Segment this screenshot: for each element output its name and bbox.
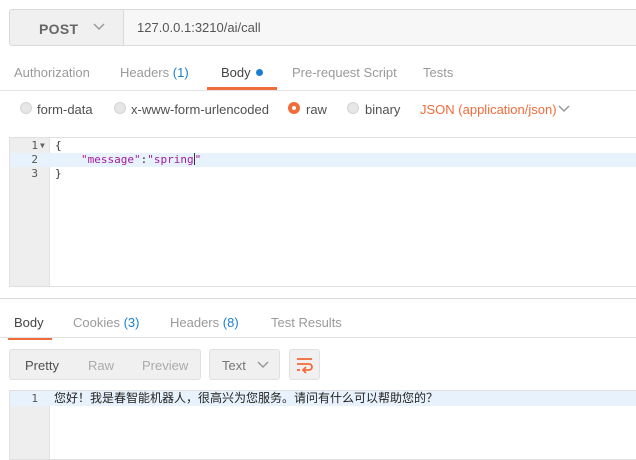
radio-form-data[interactable] <box>20 102 32 114</box>
request-tabs: Authorization Headers (1) Body Pre-reque… <box>0 57 636 90</box>
wrap-lines-button[interactable] <box>289 349 320 380</box>
chevron-down-icon[interactable] <box>557 101 571 120</box>
tabs-divider <box>0 337 636 338</box>
line-number: 3 <box>31 167 38 180</box>
format-select[interactable]: Text <box>209 349 280 380</box>
json-key: "message" <box>81 153 141 166</box>
method-select[interactable]: POST <box>9 9 123 46</box>
code-text: "message":"spring" <box>81 153 201 167</box>
tab-body[interactable]: Body <box>221 65 263 80</box>
tab-response-body[interactable]: Body <box>14 315 44 330</box>
response-tabs: Body Cookies (3) Headers (8) Test Result… <box>0 307 636 340</box>
view-mode-switch: Pretty Raw Preview <box>9 349 201 380</box>
body-indicator-dot <box>255 69 263 76</box>
body-type-options: form-data x-www-form-urlencoded raw bina… <box>0 99 636 121</box>
code-text: { <box>55 139 62 152</box>
tab-response-headers[interactable]: Headers (8) <box>170 315 239 330</box>
tab-headers[interactable]: Headers (1) <box>120 65 189 80</box>
radio-raw[interactable] <box>288 102 300 114</box>
line-number: 1 <box>31 392 38 405</box>
response-text: 您好！我是春智能机器人，很高兴为您服务。请问有什么可以帮助您的？ <box>54 391 439 405</box>
response-line: 1 您好！我是春智能机器人，很高兴为您服务。请问有什么可以帮助您的？ <box>10 391 636 406</box>
radio-x-www-form-urlencoded[interactable] <box>114 102 126 114</box>
radio-label-urlencoded: x-www-form-urlencoded <box>131 102 269 117</box>
response-body-viewer[interactable]: 1 您好！我是春智能机器人，很高兴为您服务。请问有什么可以帮助您的？ <box>9 390 636 460</box>
text-cursor <box>193 153 195 165</box>
wrap-lines-icon <box>295 356 315 377</box>
tab-authorization[interactable]: Authorization <box>14 65 90 80</box>
section-divider <box>0 298 636 299</box>
tab-pre-request-script[interactable]: Pre-request Script <box>292 65 397 80</box>
code-line: 1 ▼ { <box>10 139 636 153</box>
fold-arrow-icon[interactable]: ▼ <box>40 139 45 153</box>
code-text: } <box>55 167 62 180</box>
view-preview-button[interactable]: Preview <box>142 358 188 373</box>
tab-tests[interactable]: Tests <box>423 65 453 80</box>
radio-label-raw: raw <box>306 102 327 117</box>
content-type-select[interactable]: JSON (application/json) <box>420 102 557 117</box>
tab-test-results[interactable]: Test Results <box>271 315 342 330</box>
url-text: 127.0.0.1:3210/ai/call <box>137 20 261 35</box>
json-value: "spring" <box>147 153 202 166</box>
code-line-active: 2 "message":"spring" <box>10 153 636 167</box>
radio-label-binary: binary <box>365 102 401 117</box>
tab-cookies[interactable]: Cookies (3) <box>73 315 139 330</box>
tabs-divider <box>0 90 636 91</box>
code-line: 3 } <box>10 167 636 181</box>
radio-binary[interactable] <box>347 102 359 114</box>
chevron-down-icon <box>92 19 106 38</box>
url-input[interactable]: 127.0.0.1:3210/ai/call <box>123 9 636 46</box>
radio-label-form-data: form-data <box>37 102 93 117</box>
format-label: Text <box>222 358 246 373</box>
method-label: POST <box>39 21 79 37</box>
chevron-down-icon <box>256 357 270 376</box>
line-number: 2 <box>31 153 38 166</box>
line-number: 1 <box>31 139 38 152</box>
view-raw-button[interactable]: Raw <box>88 358 114 373</box>
request-body-editor[interactable]: 1 ▼ { 2 "message":"spring" 3 } <box>9 137 636 287</box>
view-pretty-button[interactable]: Pretty <box>25 358 59 373</box>
